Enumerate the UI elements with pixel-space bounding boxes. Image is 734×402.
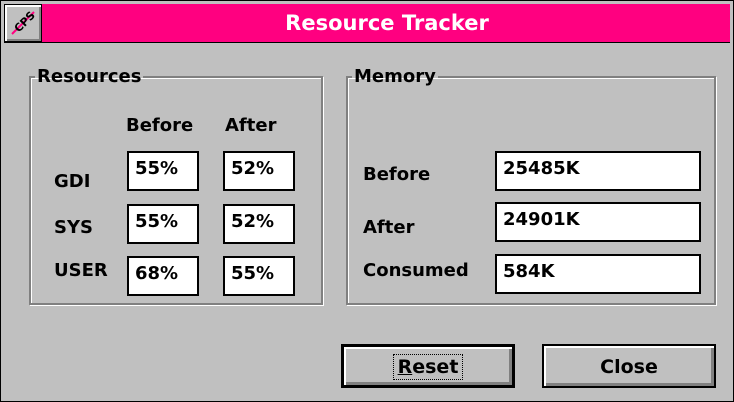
- window-title: Resource Tracker: [285, 11, 489, 35]
- memory-before-field: 25485K: [495, 151, 701, 191]
- system-menu-icon[interactable]: CPS: [4, 4, 42, 42]
- close-button[interactable]: Close: [542, 344, 716, 388]
- reset-label-rest: eset: [412, 356, 459, 378]
- resources-before-header: Before: [126, 115, 194, 136]
- sys-after-field: 52%: [223, 204, 295, 244]
- reset-button[interactable]: Reset: [341, 344, 515, 388]
- reset-mnemonic: R: [397, 356, 413, 378]
- sys-before-field: 55%: [127, 204, 199, 244]
- memory-before-label: Before: [363, 164, 431, 185]
- reset-button-label: Reset: [392, 354, 464, 380]
- gdi-before-field: 55%: [127, 151, 199, 191]
- memory-group-title: Memory: [354, 66, 436, 87]
- gdi-after-field: 52%: [223, 151, 295, 191]
- memory-after-field: 24901K: [495, 202, 701, 242]
- title-bar[interactable]: Resource Tracker: [4, 4, 730, 43]
- memory-consumed-field: 584K: [495, 254, 701, 294]
- memory-consumed-label: Consumed: [363, 260, 469, 281]
- resources-after-header: After: [225, 115, 277, 136]
- user-after-field: 55%: [223, 256, 295, 296]
- close-button-label: Close: [600, 356, 658, 378]
- memory-after-label: After: [363, 217, 415, 238]
- resources-group-title: Resources: [37, 66, 142, 87]
- user-label: USER: [54, 260, 108, 281]
- user-before-field: 68%: [127, 256, 199, 296]
- resource-tracker-window: CPS Resource Tracker Resources Before Af…: [0, 0, 734, 402]
- sys-label: SYS: [54, 217, 93, 238]
- gdi-label: GDI: [54, 171, 91, 192]
